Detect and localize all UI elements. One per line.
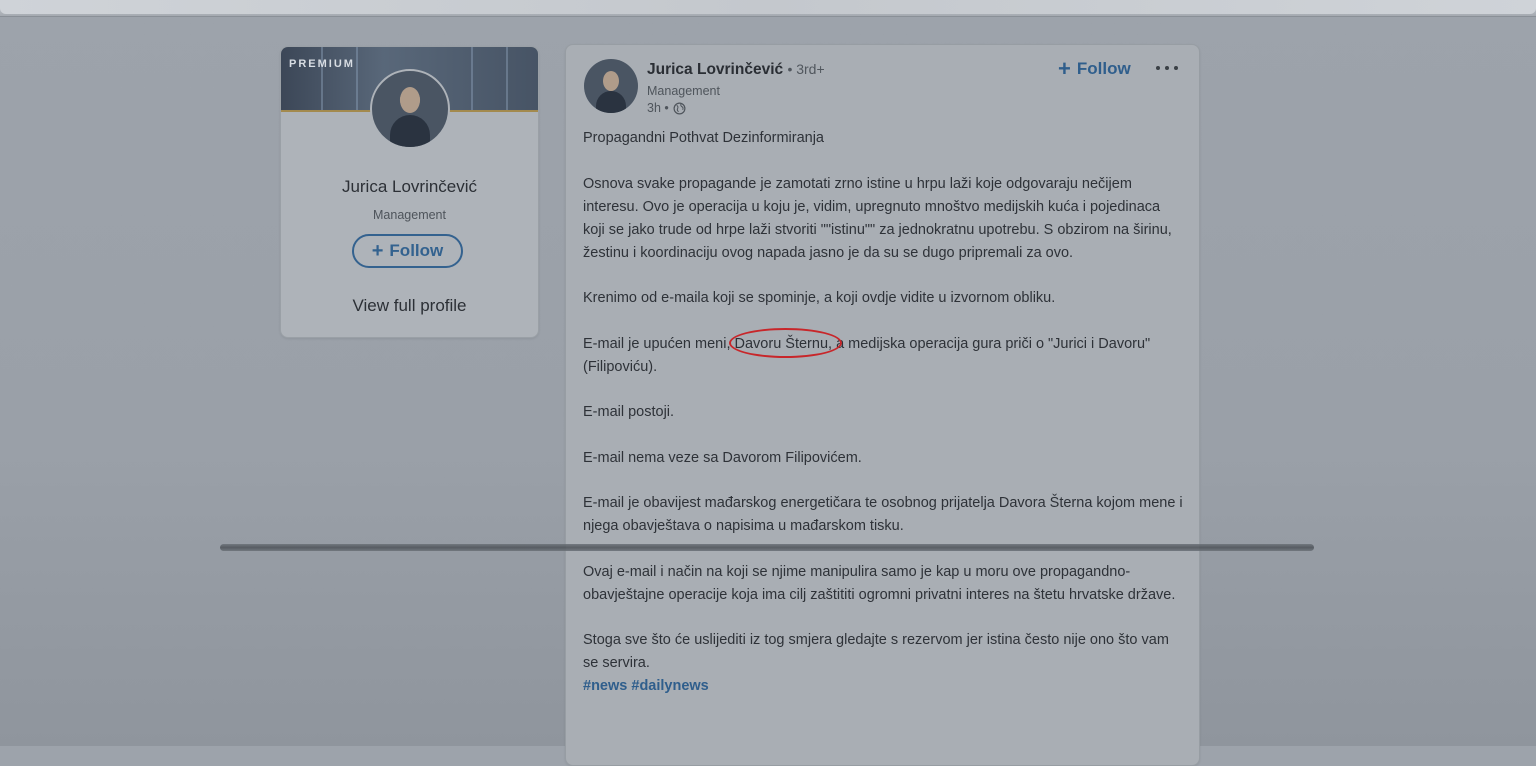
post-paragraph: E-mail je obavijest mađarskog energetiča… <box>583 495 1183 534</box>
plus-icon: + <box>1058 56 1071 81</box>
post-paragraph: Ovaj e-mail i način na koji se njime man… <box>583 563 1176 603</box>
premium-label: PREMIUM <box>289 58 355 70</box>
globe-icon <box>673 102 686 114</box>
banner-decoration <box>506 47 508 112</box>
banner-decoration <box>471 47 473 112</box>
post-paragraph: E-mail nema veze sa Davorom Filipovićem. <box>583 449 862 466</box>
profile-avatar[interactable] <box>370 69 450 149</box>
plus-icon: + <box>371 240 384 262</box>
post-body: Propagandni Pothvat Dezinformiranja Osno… <box>583 127 1183 698</box>
more-dot <box>1165 66 1169 70</box>
hashtag-dailynews[interactable]: #dailynews <box>631 678 708 694</box>
avatar-head <box>400 87 420 113</box>
highlighted-name: Davoru Šternu, <box>734 335 833 352</box>
post-paragraph-highlighted: E-mail je upućen meni, Davoru Šternu, a … <box>583 327 1183 379</box>
more-dot <box>1174 66 1178 70</box>
post-time-text: 3h • <box>647 101 669 115</box>
avatar-body <box>390 115 430 147</box>
post-paragraph: Krenimo od e-maila koji se spominje, a k… <box>583 290 1056 306</box>
post-follow-button[interactable]: + Follow <box>1058 57 1131 81</box>
post-author[interactable]: Jurica Lovrinčević • 3rd+ <box>647 61 825 79</box>
avatar-body <box>596 91 626 113</box>
post-closing: Stoga sve što će uslijediti iz tog smjer… <box>583 632 1169 671</box>
banner-decoration <box>321 47 323 112</box>
browser-top-bar <box>0 0 1536 17</box>
overlay-divider-bar <box>220 544 1314 551</box>
avatar-head <box>603 71 619 91</box>
post-author-name[interactable]: Jurica Lovrinčević <box>647 61 783 78</box>
follow-label: Follow <box>389 241 444 260</box>
post-author-avatar[interactable] <box>584 59 638 113</box>
profile-name[interactable]: Jurica Lovrinčević <box>281 177 538 197</box>
post-card: Jurica Lovrinčević • 3rd+ Management 3h … <box>565 44 1200 766</box>
profile-card: PREMIUM Jurica Lovrinčević Management + … <box>280 46 539 338</box>
banner-decoration <box>356 47 358 112</box>
follow-label: Follow <box>1076 59 1131 78</box>
post-title: Propagandni Pothvat Dezinformiranja <box>583 130 824 146</box>
post-hashtags: #news #dailynews <box>583 675 1183 698</box>
view-full-profile-link[interactable]: View full profile <box>281 296 538 316</box>
more-dot <box>1156 66 1160 70</box>
highlight-before: E-mail je upućen meni, <box>583 335 735 352</box>
more-options-icon[interactable] <box>1154 59 1180 75</box>
browser-top-bar-inner <box>0 0 1536 14</box>
profile-headline: Management <box>373 208 446 222</box>
post-timestamp: 3h • <box>647 101 686 115</box>
profile-follow-button[interactable]: + Follow <box>352 234 463 268</box>
highlighted-name-wrap: Davoru Šternu, <box>728 327 842 358</box>
post-paragraph: Osnova svake propagande je zamotati zrno… <box>583 175 1172 261</box>
hashtag-news[interactable]: #news <box>583 678 627 694</box>
post-author-headline: Management <box>647 84 720 98</box>
post-paragraph: E-mail postoji. <box>583 404 675 420</box>
connection-degree: • 3rd+ <box>787 61 825 77</box>
